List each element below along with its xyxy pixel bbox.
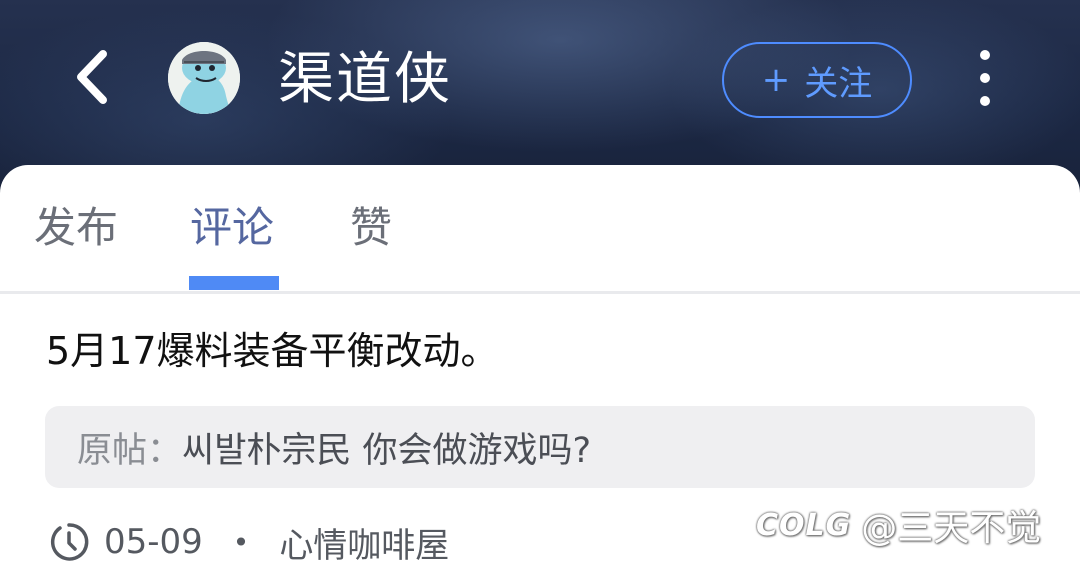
tab-bar: 发布 评论 赞 <box>0 165 1080 293</box>
more-vertical-icon <box>980 73 990 83</box>
watermark: COLG @三天不觉 <box>756 500 1041 550</box>
quote-text: 씨발朴宗民 你会做游戏吗? <box>182 430 592 471</box>
avatar-image <box>168 42 240 114</box>
tab-comments[interactable]: 评论 <box>190 201 274 255</box>
tab-posts[interactable]: 发布 <box>34 201 118 255</box>
more-options-button[interactable] <box>970 46 1000 110</box>
comment-text[interactable]: 5月17爆料装备平衡改动。 <box>46 325 499 377</box>
quote-label: 原帖： <box>77 430 183 471</box>
tab-likes[interactable]: 赞 <box>350 201 392 255</box>
clock-icon <box>50 523 89 561</box>
more-vertical-icon <box>980 50 990 60</box>
watermark-text: @三天不觉 <box>861 508 1042 549</box>
original-post-quote[interactable]: 原帖： 씨발朴宗民 你会做游戏吗? <box>45 406 1035 488</box>
active-tab-indicator <box>189 276 279 290</box>
meta-separator: • <box>232 525 250 559</box>
divider <box>0 291 1080 294</box>
more-vertical-icon <box>980 96 990 106</box>
follow-label: 关注 <box>804 63 873 104</box>
avatar[interactable] <box>168 42 240 114</box>
back-button[interactable] <box>68 48 118 106</box>
chevron-left-icon <box>77 50 107 104</box>
comment-meta: 05-09 • 心情咖啡屋 <box>48 517 449 567</box>
channel-name: 渠道侠 <box>278 47 452 112</box>
plus-icon: + <box>761 60 791 100</box>
board-name[interactable]: 心情咖啡屋 <box>279 518 449 567</box>
comment-date: 05-09 <box>104 522 203 562</box>
profile-page: 渠道侠 + 关注 发布 评论 赞 5月17爆料装备平衡改动。 原帖： 씨발朴宗民… <box>0 0 1080 568</box>
watermark-logo: COLG <box>756 507 852 543</box>
follow-button[interactable]: + 关注 <box>722 42 912 118</box>
